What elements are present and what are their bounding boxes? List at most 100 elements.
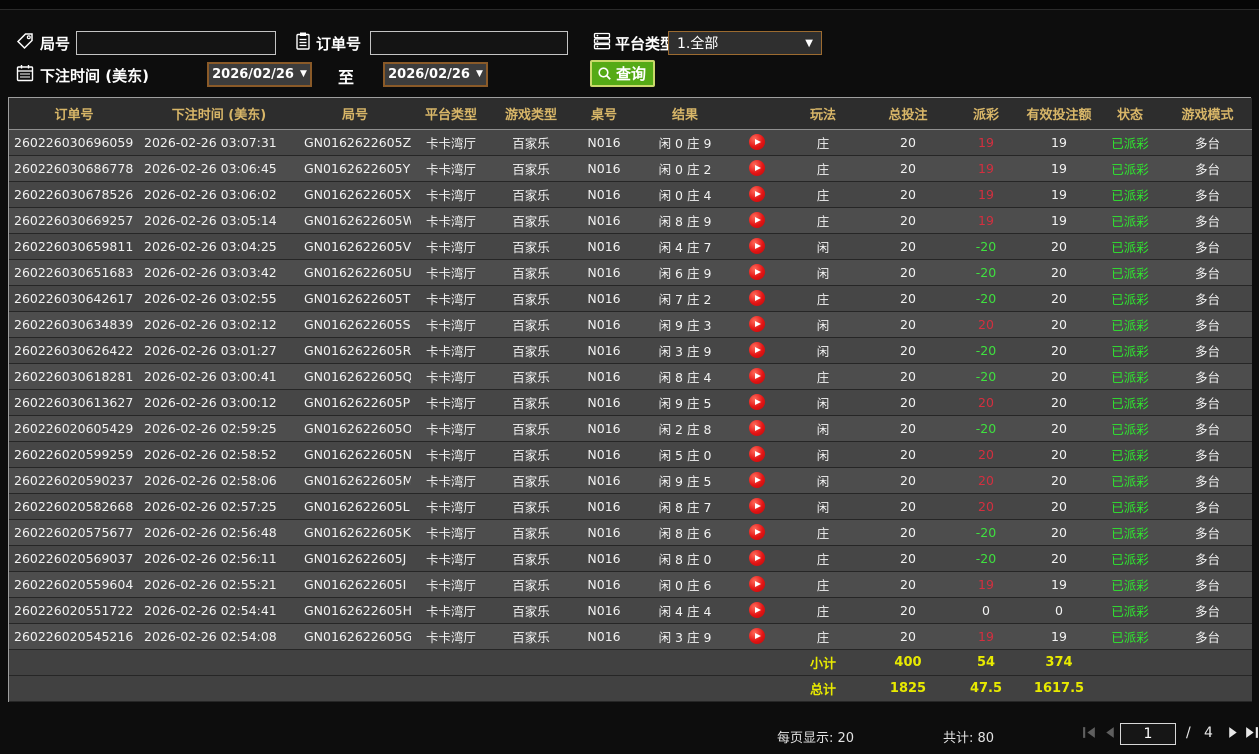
cell-platform: 卡卡湾厅 — [411, 337, 491, 363]
page-number-input[interactable]: 1 — [1120, 723, 1176, 745]
cell-status: 已派彩 — [1097, 545, 1163, 571]
play-video-icon[interactable] — [749, 212, 765, 228]
cell-time: 2026-02-26 02:58:06 — [139, 467, 299, 493]
play-video-icon[interactable] — [749, 290, 765, 306]
cell-game: GN0162622605U — [299, 259, 411, 285]
cell-valid: 20 — [1021, 467, 1097, 493]
table-row: 2602260306136272026-02-26 03:00:12GN0162… — [9, 389, 1252, 415]
per-page-label: 每页显示: 20 — [777, 727, 854, 746]
play-video-icon[interactable] — [749, 316, 765, 332]
play-video-icon[interactable] — [749, 394, 765, 410]
cell-result: 闲 0 庄 2 — [637, 155, 733, 181]
cell-mode: 多台 — [1163, 363, 1252, 389]
cell-platform: 卡卡湾厅 — [411, 207, 491, 233]
column-header-6: 结果 — [637, 98, 733, 129]
cell-platform: 卡卡湾厅 — [411, 285, 491, 311]
cell-status: 已派彩 — [1097, 389, 1163, 415]
cell-play_type: 闲 — [781, 389, 865, 415]
cell-mode: 多台 — [1163, 181, 1252, 207]
cell-mode: 多台 — [1163, 545, 1252, 571]
cell-play — [733, 181, 781, 207]
cell-table_no: N016 — [571, 337, 637, 363]
prev-page-icon[interactable] — [1102, 725, 1117, 740]
play-video-icon[interactable] — [749, 602, 765, 618]
cell-play — [733, 519, 781, 545]
cell-mode: 多台 — [1163, 597, 1252, 623]
play-video-icon[interactable] — [749, 550, 765, 566]
subtotal-row: 小计40054374 — [9, 649, 1252, 675]
calendar-icon — [15, 63, 35, 83]
cell-status: 已派彩 — [1097, 207, 1163, 233]
date-from-picker[interactable]: 2026/02/26 ▼ — [207, 62, 312, 87]
cell-platform: 卡卡湾厅 — [411, 155, 491, 181]
cell-total_bet: 20 — [865, 233, 951, 259]
cell-empty — [1163, 675, 1252, 701]
window-top-bar — [0, 0, 1259, 10]
cell-result: 闲 4 庄 4 — [637, 597, 733, 623]
cell-valid: 20 — [1021, 415, 1097, 441]
cell-platform: 卡卡湾厅 — [411, 545, 491, 571]
cell-table_no: N016 — [571, 233, 637, 259]
query-button[interactable]: 查询 — [590, 60, 655, 87]
cell-status: 已派彩 — [1097, 285, 1163, 311]
play-video-icon[interactable] — [749, 238, 765, 254]
play-video-icon[interactable] — [749, 368, 765, 384]
play-video-icon[interactable] — [749, 628, 765, 644]
play-video-icon[interactable] — [749, 186, 765, 202]
grand-total-row-label: 总计 — [781, 675, 865, 701]
table-header-row: 订单号下注时间 (美东)局号平台类型游戏类型桌号结果玩法总投注派彩有效投注额状态… — [9, 98, 1252, 129]
cell-status: 已派彩 — [1097, 415, 1163, 441]
cell-total_bet: 20 — [865, 597, 951, 623]
cell-time: 2026-02-26 03:07:31 — [139, 129, 299, 155]
game-no-label: 局号 — [40, 33, 70, 54]
subtotal-row-total-bet: 400 — [865, 649, 951, 675]
subtotal-row-label: 小计 — [781, 649, 865, 675]
cell-valid: 19 — [1021, 155, 1097, 181]
cell-payout: -20 — [951, 415, 1021, 441]
cell-empty — [637, 649, 733, 675]
play-video-icon[interactable] — [749, 134, 765, 150]
last-page-icon[interactable] — [1244, 725, 1259, 740]
play-video-icon[interactable] — [749, 498, 765, 514]
cell-payout: -20 — [951, 519, 1021, 545]
cell-play — [733, 155, 781, 181]
play-video-icon[interactable] — [749, 524, 765, 540]
play-video-icon[interactable] — [749, 264, 765, 280]
cell-time: 2026-02-26 03:05:14 — [139, 207, 299, 233]
cell-status: 已派彩 — [1097, 493, 1163, 519]
first-page-icon[interactable] — [1082, 725, 1097, 740]
cell-valid: 20 — [1021, 363, 1097, 389]
cell-mode: 多台 — [1163, 207, 1252, 233]
cell-order: 260226020582668 — [9, 493, 139, 519]
grand-total-row-payout: 47.5 — [951, 675, 1021, 701]
next-page-icon[interactable] — [1226, 725, 1241, 740]
game-no-input[interactable] — [76, 31, 276, 55]
play-video-icon[interactable] — [749, 160, 765, 176]
cell-play_type: 闲 — [781, 441, 865, 467]
cell-game: GN0162622605T — [299, 285, 411, 311]
bet-records-table: 订单号下注时间 (美东)局号平台类型游戏类型桌号结果玩法总投注派彩有效投注额状态… — [8, 97, 1251, 702]
chevron-down-icon: ▼ — [476, 70, 483, 79]
cell-valid: 19 — [1021, 623, 1097, 649]
cell-total_bet: 20 — [865, 337, 951, 363]
play-video-icon[interactable] — [749, 420, 765, 436]
play-video-icon[interactable] — [749, 472, 765, 488]
cell-game_type: 百家乐 — [491, 415, 571, 441]
cell-valid: 19 — [1021, 181, 1097, 207]
cell-order: 260226020599259 — [9, 441, 139, 467]
order-no-input[interactable] — [370, 31, 568, 55]
cell-payout: 20 — [951, 441, 1021, 467]
cell-time: 2026-02-26 02:56:11 — [139, 545, 299, 571]
cell-play_type: 闲 — [781, 337, 865, 363]
platform-type-select[interactable]: 1.全部 ▼ — [668, 31, 822, 55]
cell-game_type: 百家乐 — [491, 389, 571, 415]
date-to-picker[interactable]: 2026/02/26 ▼ — [383, 62, 488, 87]
cell-game: GN0162622605G — [299, 623, 411, 649]
cell-order: 260226020545216 — [9, 623, 139, 649]
cell-empty — [139, 675, 299, 701]
play-video-icon[interactable] — [749, 576, 765, 592]
play-video-icon[interactable] — [749, 446, 765, 462]
play-video-icon[interactable] — [749, 342, 765, 358]
cell-play_type: 庄 — [781, 597, 865, 623]
cell-mode: 多台 — [1163, 233, 1252, 259]
